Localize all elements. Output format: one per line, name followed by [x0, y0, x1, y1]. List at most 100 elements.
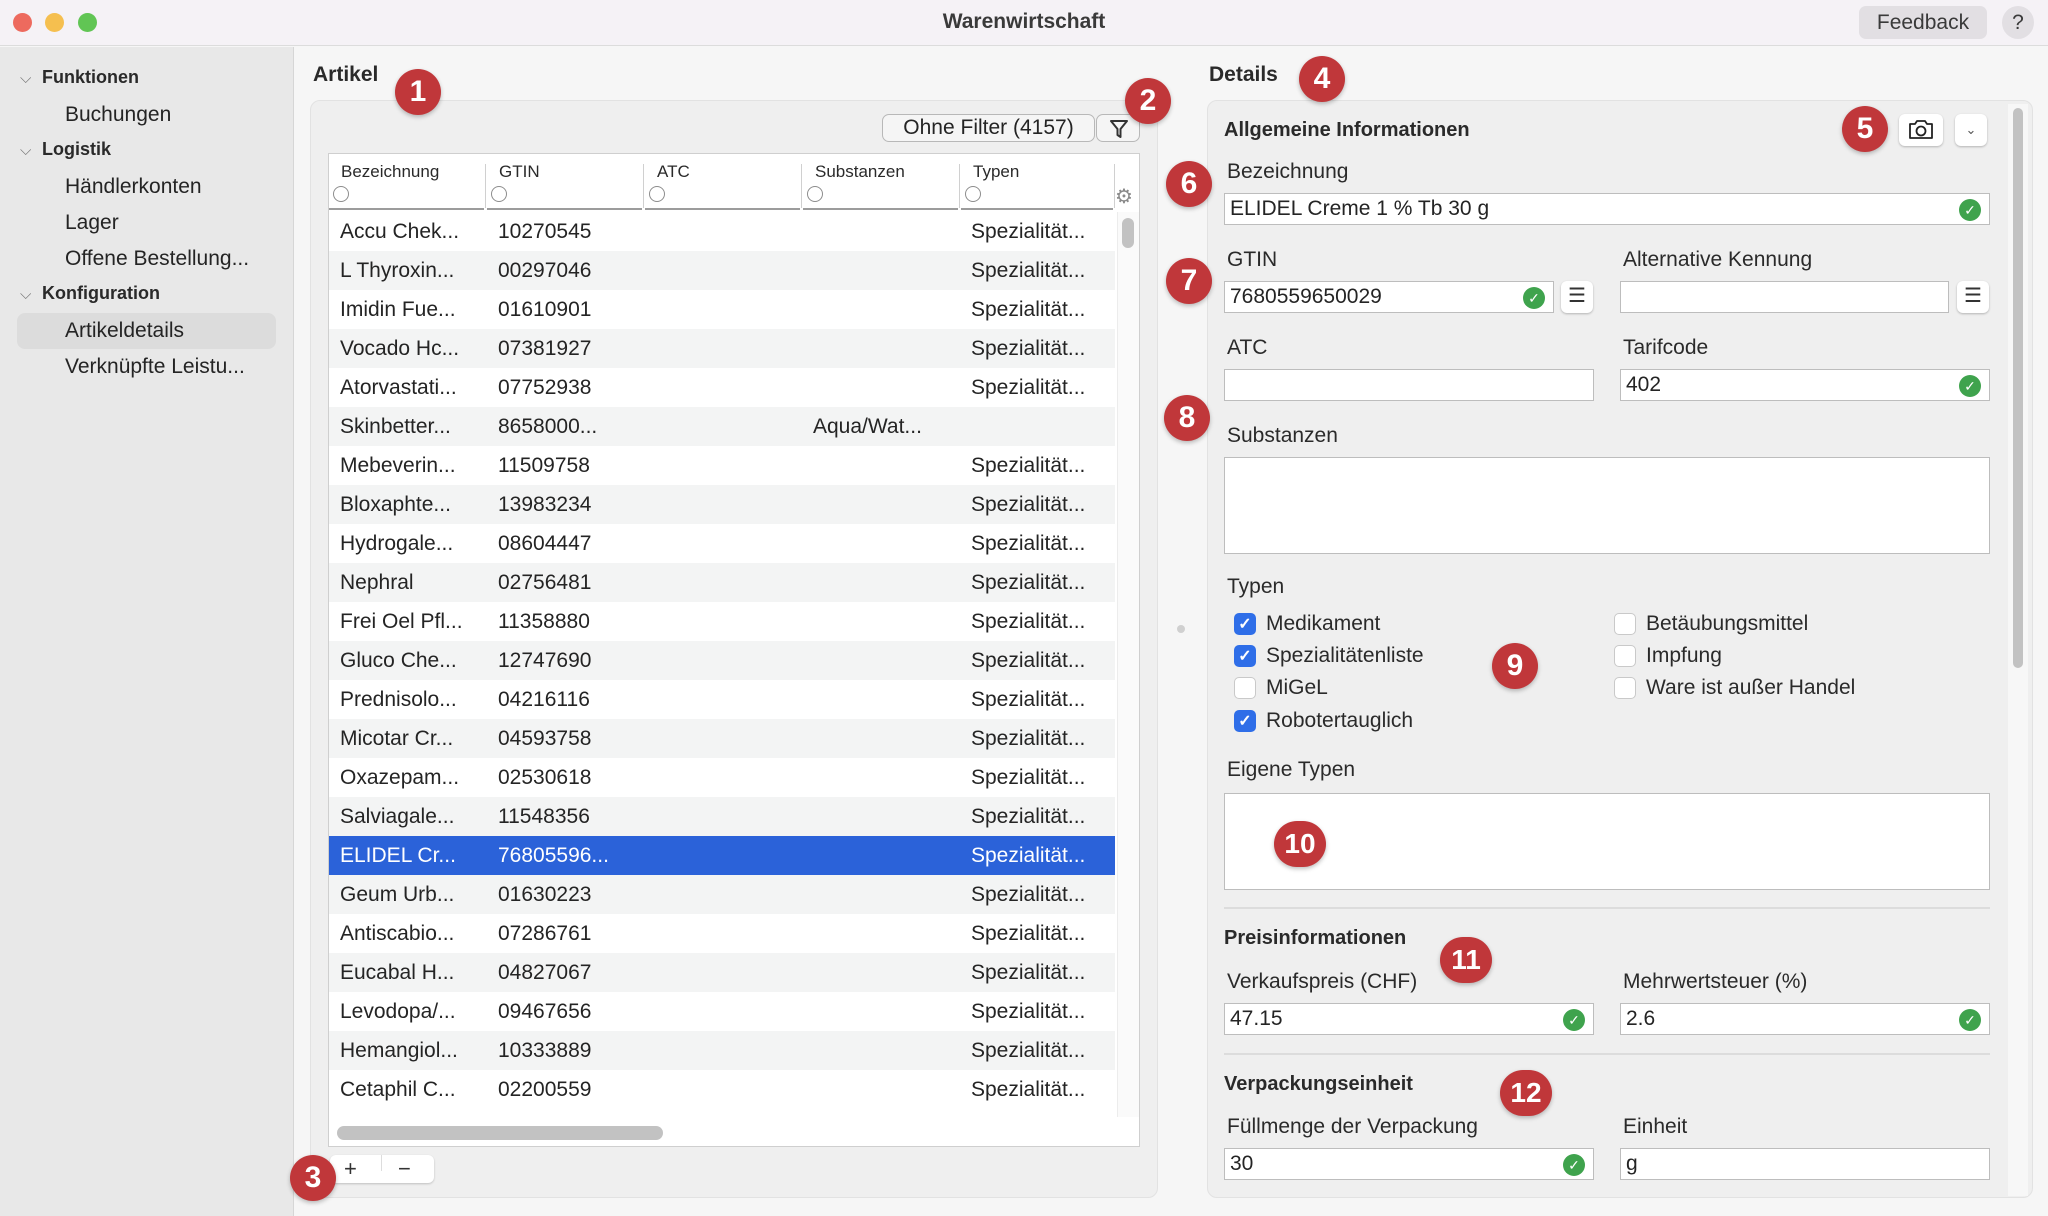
remove-article-button[interactable]: − [398, 1155, 411, 1183]
cell-typen: Spezialität... [971, 493, 1086, 516]
column-filter-radio[interactable] [649, 186, 665, 202]
add-article-button[interactable]: + [344, 1155, 357, 1183]
checkbox-robotertauglich[interactable]: ✓ Robotertauglich [1234, 708, 1413, 734]
camera-button[interactable] [1899, 114, 1943, 146]
table-row[interactable]: Vocado Hc... 07381927 Spezialität... [329, 329, 1115, 368]
table-row[interactable]: Accu Chek... 10270545 Spezialität... [329, 212, 1115, 251]
sidebar-item-haendlerkonten[interactable]: Händlerkonten [17, 169, 276, 205]
checkbox-spezialitätenliste[interactable]: ✓ Spezialitätenliste [1234, 643, 1424, 669]
sidebar-item-verknuepfte-leistungen[interactable]: Verknüpfte Leistu... [17, 349, 276, 385]
substanzen-field[interactable] [1224, 457, 1990, 554]
sidebar-group-konfiguration[interactable]: ⌵ Konfiguration [20, 283, 160, 304]
column-header-bezeichnung[interactable]: Bezeichnung [329, 154, 486, 210]
column-header-gtin[interactable]: GTIN [487, 154, 644, 210]
checkbox-impfung[interactable]: Impfung [1614, 643, 1722, 669]
cell-gtin: 04827067 [498, 961, 592, 984]
horizontal-scroll-thumb[interactable] [337, 1126, 663, 1140]
checkbox-checked-icon[interactable]: ✓ [1234, 645, 1256, 667]
checkbox-migel[interactable]: MiGeL [1234, 675, 1328, 701]
checkbox-checked-icon[interactable]: ✓ [1234, 613, 1256, 635]
expand-menu-button[interactable]: ⌄ [1955, 114, 1987, 146]
cell-gtin: 12747690 [498, 649, 592, 672]
filter-status-button[interactable]: Ohne Filter (4157) [882, 114, 1095, 142]
table-row[interactable]: Nephral 02756481 Spezialität... [329, 563, 1115, 602]
table-row[interactable]: Eucabal H... 04827067 Spezialität... [329, 953, 1115, 992]
column-header-atc[interactable]: ATC [645, 154, 802, 210]
bezeichnung-field[interactable]: ELIDEL Creme 1 % Tb 30 g ✓ [1224, 193, 1990, 225]
cell-bezeichnung: Frei Oel Pfl... [340, 610, 463, 633]
table-row[interactable]: Atorvastati... 07752938 Spezialität... [329, 368, 1115, 407]
vertical-scrollbar[interactable] [1117, 212, 1139, 1117]
checkbox-unchecked-icon[interactable] [1614, 677, 1636, 699]
column-header-typen[interactable]: Typen [961, 154, 1115, 210]
checkbox-medikament[interactable]: ✓ Medikament [1234, 611, 1380, 637]
table-row[interactable]: Antiscabio... 07286761 Spezialität... [329, 914, 1115, 953]
table-row[interactable]: L Thyroxin... 00297046 Spezialität... [329, 251, 1115, 290]
table-row[interactable]: Micotar Cr... 04593758 Spezialität... [329, 719, 1115, 758]
alternative-kennung-list-button[interactable]: ☰ [1957, 281, 1989, 313]
table-row[interactable]: Oxazepam... 02530618 Spezialität... [329, 758, 1115, 797]
table-row[interactable]: Bloxaphte... 13983234 Spezialität... [329, 485, 1115, 524]
valid-check-icon: ✓ [1523, 287, 1545, 309]
gear-icon[interactable]: ⚙ [1115, 184, 1133, 209]
tarifcode-field[interactable]: 402 ✓ [1620, 369, 1990, 401]
checkbox-ware-ist-außer-handel[interactable]: Ware ist außer Handel [1614, 675, 1855, 701]
alternative-kennung-label: Alternative Kennung [1623, 248, 1813, 271]
artikel-title: Artikel [313, 63, 379, 86]
column-filter-radio[interactable] [965, 186, 981, 202]
sidebar-item-buchungen[interactable]: Buchungen [17, 97, 276, 133]
cell-gtin: 04593758 [498, 727, 592, 750]
checkbox-unchecked-icon[interactable] [1234, 677, 1256, 699]
checkbox-betäubungsmittel[interactable]: Betäubungsmittel [1614, 611, 1808, 637]
gtin-list-button[interactable]: ☰ [1561, 281, 1593, 313]
table-row[interactable]: Imidin Fue... 01610901 Spezialität... [329, 290, 1115, 329]
annotation-badge-10: 10 [1274, 821, 1326, 867]
column-filter-radio[interactable] [333, 186, 349, 202]
fuellmenge-field[interactable]: 30 ✓ [1224, 1148, 1594, 1180]
table-row[interactable]: Frei Oel Pfl... 11358880 Spezialität... [329, 602, 1115, 641]
table-row[interactable]: Levodopa/... 09467656 Spezialität... [329, 992, 1115, 1031]
cell-typen: Spezialität... [971, 1039, 1086, 1062]
cell-typen: Spezialität... [971, 571, 1086, 594]
vertical-scroll-thumb[interactable] [1122, 218, 1134, 248]
mehrwertsteuer-field[interactable]: 2.6 ✓ [1620, 1003, 1990, 1035]
table-row[interactable]: Hemangiol... 10333889 Spezialität... [329, 1031, 1115, 1070]
sidebar-group-logistik[interactable]: ⌵ Logistik [20, 139, 111, 160]
annotation-badge-3: 3 [290, 1155, 336, 1201]
details-scroll-thumb[interactable] [2013, 108, 2023, 668]
funnel-icon [1110, 120, 1128, 138]
splitter-handle[interactable] [1177, 625, 1185, 633]
checkbox-unchecked-icon[interactable] [1614, 613, 1636, 635]
checkbox-unchecked-icon[interactable] [1614, 645, 1636, 667]
cell-bezeichnung: Micotar Cr... [340, 727, 454, 750]
gtin-field[interactable]: 7680559650029 ✓ [1224, 281, 1554, 313]
help-button[interactable]: ? [2002, 6, 2034, 39]
sidebar-item-artikeldetails[interactable]: Artikeldetails [17, 313, 276, 349]
table-row[interactable]: Prednisolo... 04216116 Spezialität... [329, 680, 1115, 719]
sidebar-item-lager[interactable]: Lager [17, 205, 276, 241]
einheit-field[interactable]: g [1620, 1148, 1990, 1180]
table-row[interactable]: Hydrogale... 08604447 Spezialität... [329, 524, 1115, 563]
sidebar-item-offene-bestellungen[interactable]: Offene Bestellung... [17, 241, 276, 277]
table-row[interactable]: Skinbetter... 8658000... Aqua/Wat... [329, 407, 1115, 446]
verkaufspreis-field[interactable]: 47.15 ✓ [1224, 1003, 1594, 1035]
eigene-typen-field[interactable] [1224, 793, 1990, 890]
sidebar-group-funktionen[interactable]: ⌵ Funktionen [20, 67, 139, 88]
table-row[interactable]: ELIDEL Cr... 76805596... Spezialität... [329, 836, 1115, 875]
atc-field[interactable] [1224, 369, 1594, 401]
feedback-button[interactable]: Feedback [1859, 6, 1987, 39]
column-header-substanzen[interactable]: Substanzen [803, 154, 960, 210]
cell-gtin: 08604447 [498, 532, 592, 555]
column-filter-radio[interactable] [491, 186, 507, 202]
valid-check-icon: ✓ [1959, 199, 1981, 221]
table-row[interactable]: Geum Urb... 01630223 Spezialität... [329, 875, 1115, 914]
valid-check-icon: ✓ [1959, 1009, 1981, 1031]
alternative-kennung-field[interactable] [1620, 281, 1949, 313]
table-row[interactable]: Salviagale... 11548356 Spezialität... [329, 797, 1115, 836]
table-row[interactable]: Cetaphil C... 02200559 Spezialität... [329, 1070, 1115, 1109]
table-row[interactable]: Gluco Che... 12747690 Spezialität... [329, 641, 1115, 680]
table-row[interactable]: Mebeverin... 11509758 Spezialität... [329, 446, 1115, 485]
column-filter-radio[interactable] [807, 186, 823, 202]
cell-bezeichnung: Accu Chek... [340, 220, 460, 243]
checkbox-checked-icon[interactable]: ✓ [1234, 710, 1256, 732]
